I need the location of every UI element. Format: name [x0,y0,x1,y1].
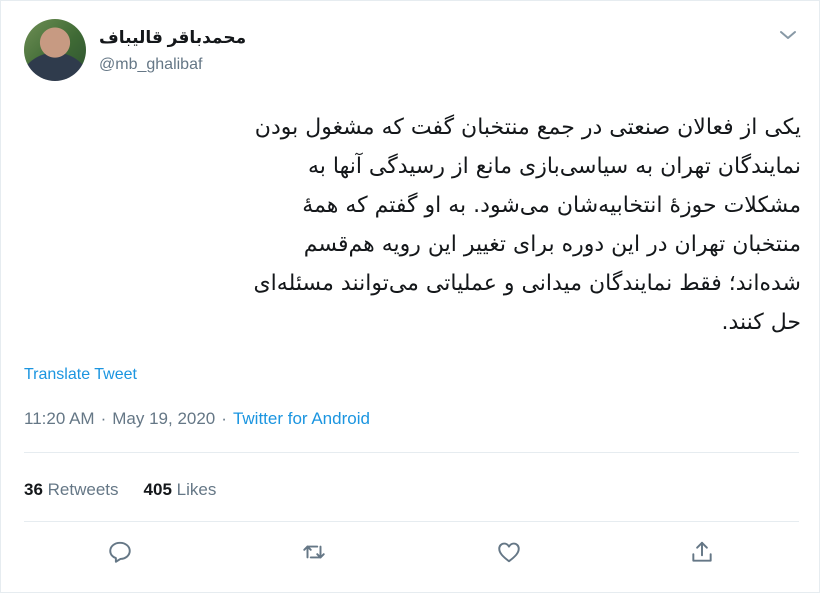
meta-separator: · [221,409,227,428]
likes-label: Likes [176,480,217,499]
tweet-stats: 36 Retweets 405 Likes [24,480,216,500]
share-icon[interactable] [687,537,717,567]
chevron-down-icon[interactable] [776,23,800,47]
translate-tweet-link[interactable]: Translate Tweet [24,366,137,384]
divider [24,521,799,522]
retweets-stat[interactable]: 36 Retweets [24,480,119,499]
heart-icon[interactable] [494,537,524,567]
author-handle[interactable]: @mb_ghalibaf [99,56,202,74]
avatar[interactable] [24,19,86,81]
author-display-name[interactable]: محمدباقر قالیباف [99,28,246,48]
likes-stat[interactable]: 405 Likes [144,480,217,499]
tweet-time[interactable]: 11:20 AM [24,409,95,428]
meta-separator: · [100,409,107,428]
tweet-meta: 11:20 AM · May 19, 2020 · Twitter for Androi… [24,409,370,429]
tweet-text: یکی از فعالان صنعتی در جمع منتخبان گفت ک… [253,115,801,335]
tweet-date[interactable]: May 19, 2020 [112,409,215,428]
likes-count: 405 [143,480,172,499]
tweet-actions [1,537,819,577]
divider [24,452,799,453]
tweet-source-link[interactable]: Twitter for Android [233,409,370,428]
retweets-label: Retweets [47,480,119,499]
retweets-count: 36 [24,480,43,499]
tweet-card: محمدباقر قالیباف @mb_ghalibaf یکی از فعا… [0,0,820,593]
retweet-icon[interactable] [299,537,329,567]
reply-icon[interactable] [105,537,135,567]
